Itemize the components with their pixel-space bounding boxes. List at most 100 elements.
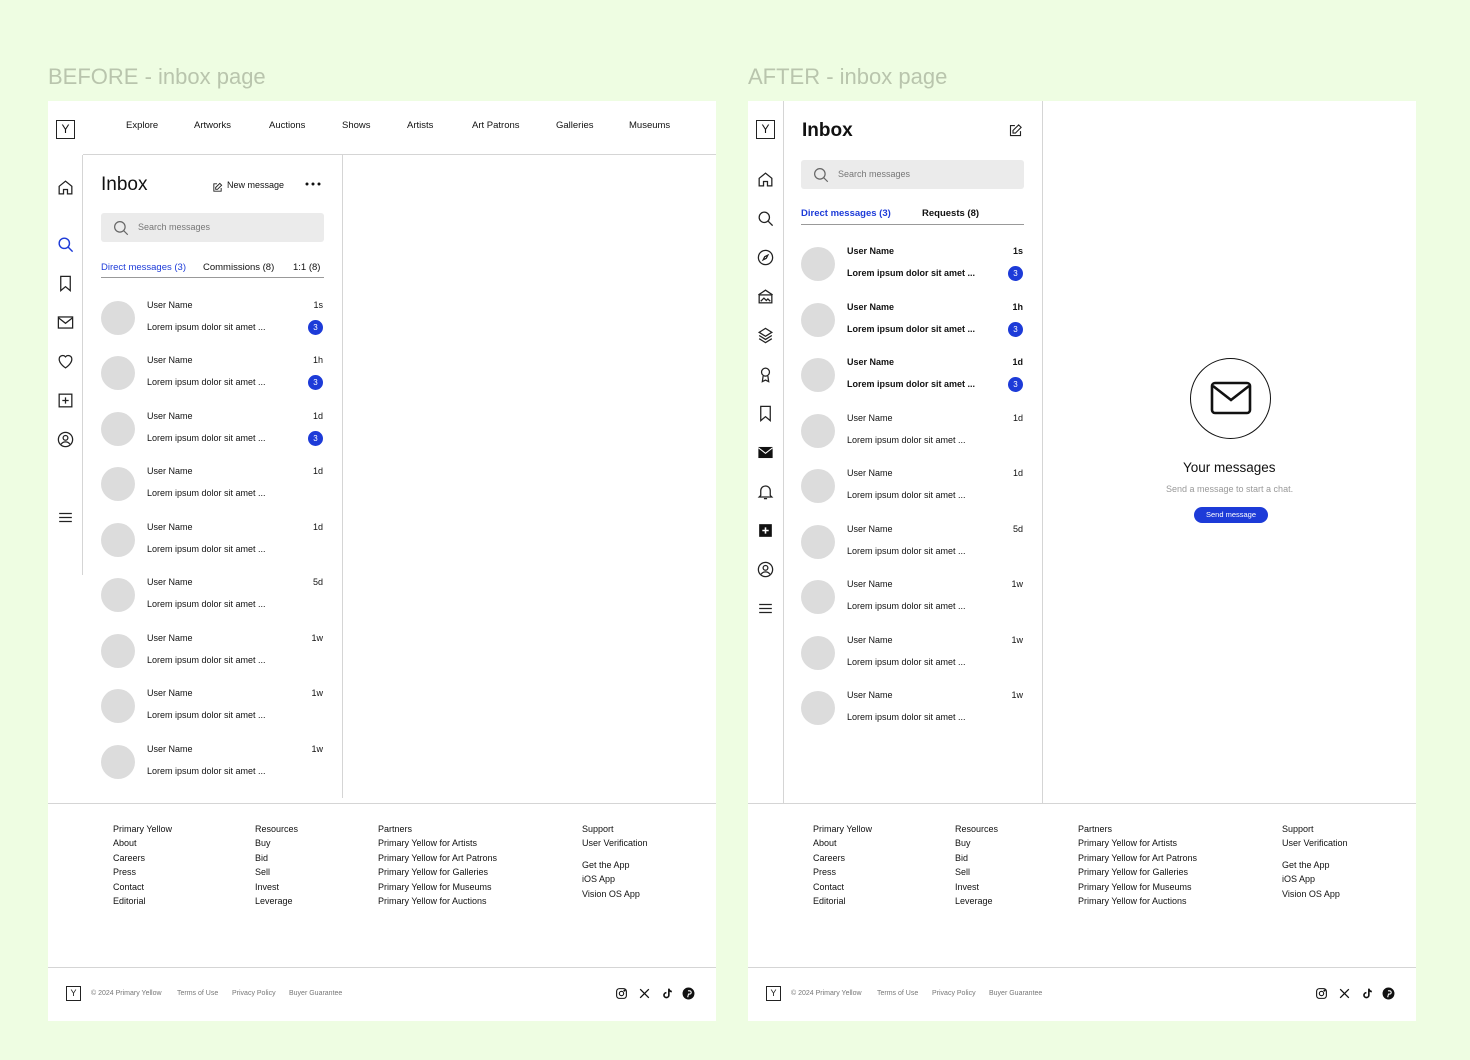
message-row[interactable]: User Name Lorem ipsum dolor sit amet ...… — [101, 300, 323, 355]
terms-link[interactable]: Terms of Use — [877, 990, 918, 997]
menu-icon[interactable] — [756, 599, 775, 618]
footer-link[interactable]: Buy — [255, 836, 298, 850]
footer-link[interactable]: Invest — [255, 880, 298, 894]
tab-direct-messages[interactable]: Direct messages (3) — [801, 208, 891, 219]
heart-icon[interactable] — [56, 352, 75, 371]
nav-galleries[interactable]: Galleries — [556, 120, 594, 131]
footer-link[interactable]: Careers — [113, 851, 172, 865]
footer-link[interactable]: User Verification — [582, 836, 648, 850]
museum-icon[interactable] — [756, 326, 775, 345]
x-icon[interactable] — [638, 987, 651, 1000]
message-row[interactable]: User Name Lorem ipsum dolor sit amet ...… — [101, 411, 323, 466]
pinterest-icon[interactable] — [1382, 987, 1395, 1000]
footer-link[interactable]: Vision OS App — [582, 887, 648, 901]
footer-link[interactable]: Buy — [955, 836, 998, 850]
footer-link[interactable]: About — [113, 836, 172, 850]
footer-link[interactable]: Primary Yellow for Artists — [1078, 836, 1197, 850]
privacy-link[interactable]: Privacy Policy — [932, 990, 976, 997]
footer-link[interactable]: Primary Yellow for Museums — [378, 880, 497, 894]
bookmark-icon[interactable] — [56, 274, 75, 293]
footer-link[interactable]: Get the App — [1282, 858, 1348, 872]
message-row[interactable]: User Name Lorem ipsum dolor sit amet ...… — [801, 468, 1023, 523]
message-row[interactable]: User Name Lorem ipsum dolor sit amet ...… — [101, 744, 323, 799]
message-row[interactable]: User Name Lorem ipsum dolor sit amet ...… — [801, 246, 1023, 301]
message-row[interactable]: User Name Lorem ipsum dolor sit amet ...… — [101, 577, 323, 632]
nav-auctions[interactable]: Auctions — [269, 120, 305, 131]
footer-link[interactable]: iOS App — [582, 872, 648, 886]
footer-link[interactable]: Primary Yellow for Galleries — [1078, 865, 1197, 879]
message-row[interactable]: User Name Lorem ipsum dolor sit amet ...… — [801, 357, 1023, 412]
nav-artworks[interactable]: Artworks — [194, 120, 231, 131]
send-message-button[interactable]: Send message — [1194, 507, 1268, 523]
footer-link[interactable]: Invest — [955, 880, 998, 894]
tiktok-icon[interactable] — [1361, 987, 1374, 1000]
home-icon[interactable] — [56, 178, 75, 197]
footer-link[interactable]: Primary Yellow for Museums — [1078, 880, 1197, 894]
footer-link[interactable]: Bid — [955, 851, 998, 865]
gallery-icon[interactable] — [756, 287, 775, 306]
more-horizontal-icon[interactable] — [304, 177, 322, 191]
logo[interactable]: Y — [56, 120, 75, 139]
footer-link[interactable]: Careers — [813, 851, 872, 865]
footer-link[interactable]: Primary Yellow for Art Patrons — [1078, 851, 1197, 865]
footer-link[interactable]: About — [813, 836, 872, 850]
bell-icon[interactable] — [756, 482, 775, 501]
message-row[interactable]: User Name Lorem ipsum dolor sit amet ...… — [101, 355, 323, 410]
nav-shows[interactable]: Shows — [342, 120, 371, 131]
user-circle-icon[interactable] — [56, 430, 75, 449]
footer-link[interactable]: Primary Yellow for Art Patrons — [378, 851, 497, 865]
logo[interactable]: Y — [756, 120, 775, 139]
patron-icon[interactable] — [756, 365, 775, 384]
nav-art-patrons[interactable]: Art Patrons — [472, 120, 520, 131]
footer-link[interactable]: Primary Yellow for Auctions — [378, 894, 497, 908]
mail-icon[interactable] — [56, 313, 75, 332]
tab-requests[interactable]: Requests (8) — [922, 208, 979, 219]
footer-link[interactable]: Sell — [955, 865, 998, 879]
search-input[interactable]: Search messages — [101, 213, 324, 242]
instagram-icon[interactable] — [1315, 987, 1328, 1000]
message-row[interactable]: User Name Lorem ipsum dolor sit amet ...… — [101, 688, 323, 743]
message-row[interactable]: User Name Lorem ipsum dolor sit amet ...… — [801, 413, 1023, 468]
footer-link[interactable]: Bid — [255, 851, 298, 865]
message-row[interactable]: User Name Lorem ipsum dolor sit amet ...… — [801, 579, 1023, 634]
mail-filled-icon[interactable] — [756, 443, 775, 462]
message-row[interactable]: User Name Lorem ipsum dolor sit amet ...… — [101, 633, 323, 688]
tab-one-to-one[interactable]: 1:1 (8) — [293, 262, 320, 273]
message-row[interactable]: User Name Lorem ipsum dolor sit amet ...… — [801, 302, 1023, 357]
footer-link[interactable]: Primary Yellow for Artists — [378, 836, 497, 850]
search-icon[interactable] — [56, 235, 75, 254]
pinterest-icon[interactable] — [682, 987, 695, 1000]
privacy-link[interactable]: Privacy Policy — [232, 990, 276, 997]
nav-explore[interactable]: Explore — [126, 120, 158, 131]
search-input[interactable]: Search messages — [801, 160, 1024, 189]
message-row[interactable]: User Name Lorem ipsum dolor sit amet ...… — [101, 522, 323, 577]
tab-direct-messages[interactable]: Direct messages (3) — [101, 262, 186, 273]
terms-link[interactable]: Terms of Use — [177, 990, 218, 997]
nav-artists[interactable]: Artists — [407, 120, 433, 131]
footer-link[interactable]: Contact — [113, 880, 172, 894]
user-circle-icon[interactable] — [756, 560, 775, 579]
compose-icon[interactable] — [1008, 123, 1023, 138]
new-message-button[interactable]: New message — [212, 178, 284, 192]
tiktok-icon[interactable] — [661, 987, 674, 1000]
instagram-icon[interactable] — [615, 987, 628, 1000]
message-row[interactable]: User Name Lorem ipsum dolor sit amet ...… — [101, 466, 323, 521]
message-row[interactable]: User Name Lorem ipsum dolor sit amet ...… — [801, 635, 1023, 690]
message-row[interactable]: User Name Lorem ipsum dolor sit amet ...… — [801, 690, 1023, 745]
compass-icon[interactable] — [756, 248, 775, 267]
plus-square-filled-icon[interactable] — [756, 521, 775, 540]
footer-link[interactable]: Editorial — [813, 894, 872, 908]
menu-icon[interactable] — [56, 508, 75, 527]
footer-link[interactable]: iOS App — [1282, 872, 1348, 886]
footer-link[interactable]: Vision OS App — [1282, 887, 1348, 901]
footer-link[interactable]: User Verification — [1282, 836, 1348, 850]
footer-link[interactable]: Contact — [813, 880, 872, 894]
home-icon[interactable] — [756, 170, 775, 189]
nav-museums[interactable]: Museums — [629, 120, 670, 131]
bookmark-icon[interactable] — [756, 404, 775, 423]
footer-link[interactable]: Leverage — [955, 894, 998, 908]
footer-link[interactable]: Primary Yellow for Auctions — [1078, 894, 1197, 908]
buyer-guarantee-link[interactable]: Buyer Guarantee — [289, 990, 342, 997]
plus-square-icon[interactable] — [56, 391, 75, 410]
footer-link[interactable]: Get the App — [582, 858, 648, 872]
